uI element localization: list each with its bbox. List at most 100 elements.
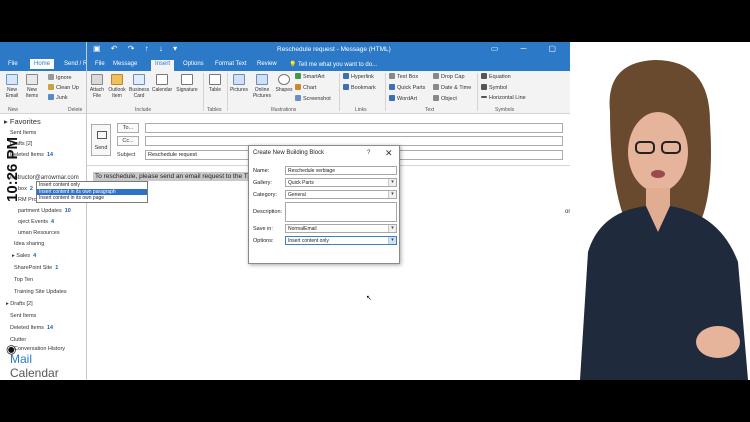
signature-button[interactable]: Signature [175,74,199,93]
folder-training-site-updates[interactable]: Training Site Updates [14,289,67,295]
folder-label: partment Updates [18,208,62,214]
horizontal-line-button[interactable]: Horizontal Line [481,95,526,101]
new-email-button[interactable]: New Email [3,74,21,99]
unread-count: 14 [46,325,54,331]
online-pictures-button[interactable]: Online Pictures [251,74,273,99]
options-label: Options: [253,238,274,244]
bookmark-button[interactable]: Bookmark [343,84,376,91]
pictures-button[interactable]: Pictures [229,74,249,93]
chevron-down-icon[interactable]: ▾ [388,225,396,232]
description-label: Description: [253,209,283,215]
folder-department-updates[interactable]: partment Updates 10 [18,208,71,214]
nav-mail[interactable]: Mail [10,352,32,366]
folder-idea-sharing[interactable]: Idea sharing [14,241,44,247]
shapes-button[interactable]: Shapes [275,74,293,93]
folder-human-resources[interactable]: uman Resources [18,230,60,236]
bookmark-label: Bookmark [351,85,376,91]
ribbon-divider [385,73,386,111]
online-pictures-label: Online Pictures [252,87,272,99]
tab-options[interactable]: Options [179,60,208,68]
folder-project-events[interactable]: oject Events 4 [18,219,54,225]
folder-sent-items[interactable]: Sent Items [10,313,36,319]
chevron-down-icon[interactable]: ▾ [388,179,396,186]
cc-button[interactable]: Cc... [117,136,139,146]
attach-file-label: Attach File [89,87,105,99]
new-items-button[interactable]: New Items [23,74,41,99]
tab-message[interactable]: Message [109,60,141,68]
tab-file[interactable]: File [91,60,109,68]
equation-button[interactable]: Equation [481,73,511,80]
nav-calendar[interactable]: Calendar [10,366,59,380]
horizontal-line-icon [481,96,487,98]
send-label: Send [94,145,108,151]
presenter-hand [696,326,740,358]
hyperlink-button[interactable]: Hyperlink [343,73,374,80]
tell-me-label: Tell me what you want to do... [298,62,378,68]
send-button[interactable]: Send [91,124,111,156]
calendar-button[interactable]: Calendar [151,74,173,93]
outlook-item-icon [111,74,123,85]
omega-icon [481,84,487,90]
category-select[interactable]: General ▾ [285,190,397,199]
folder-label: uman Resources [18,230,60,236]
help-button[interactable]: ? [367,150,370,156]
text-box-button[interactable]: Text Box [389,73,418,80]
name-field[interactable]: Reschedule verbiage [285,166,397,175]
attach-file-button[interactable]: Attach File [89,74,105,99]
description-field[interactable] [285,202,397,222]
folder-label: Deleted Items [10,325,44,331]
hyperlink-icon [343,73,349,79]
group-text-label: Text [425,107,435,113]
business-card-icon [133,74,145,85]
favorite-sent-items[interactable]: Sent Items [10,130,36,136]
close-icon[interactable]: ✕ [385,148,393,159]
folder-label: SharePoint Site [14,265,53,271]
date-time-label: Date & Time [441,85,472,91]
save-in-select[interactable]: NormalEmail ▾ [285,224,397,233]
date-time-icon [433,84,439,90]
symbol-button[interactable]: Symbol [481,84,507,91]
date-time-button[interactable]: Date & Time [433,84,471,91]
folder-drafts[interactable]: ▸ Drafts [2] [6,301,33,307]
table-button[interactable]: Table [205,74,225,93]
folder-deleted-items[interactable]: Deleted Items 14 [10,325,53,331]
clean-up-button[interactable]: Clean Up [48,84,79,91]
gallery-select[interactable]: Quick Parts ▾ [285,178,397,187]
tab-home[interactable]: Home [30,59,55,69]
folder-sharepoint-site[interactable]: SharePoint Site 1 [14,265,58,271]
favorites-header[interactable]: ▸ Favorites [4,117,41,126]
group-delete-label: Delete [68,107,83,113]
gallery-value: Quick Parts [288,180,314,186]
outlook-item-button[interactable]: Outlook Item [107,74,127,99]
unread-count: 1 [55,265,59,271]
wordart-button[interactable]: WordArt [389,95,417,102]
screenshot-button[interactable]: Screenshot [295,95,331,102]
tab-review[interactable]: Review [253,60,281,68]
chart-button[interactable]: Chart [295,84,316,91]
name-label: Name: [253,168,270,174]
to-field[interactable] [145,123,563,133]
options-select[interactable]: Insert content only ▾ [285,236,397,245]
tab-format-text[interactable]: Format Text [211,60,251,68]
drop-cap-button[interactable]: Drop Cap [433,73,465,80]
to-button[interactable]: To... [117,123,139,133]
folder-label: Sent Items [10,313,37,319]
folder-sales[interactable]: ▸ Sales 4 [12,253,36,259]
smartart-button[interactable]: SmartArt [295,73,325,80]
junk-label: Junk [56,95,68,101]
tab-file[interactable]: File [4,59,22,69]
folder-top-ten[interactable]: Top Ten [14,277,33,283]
tell-me-search[interactable]: 💡 Tell me what you want to do... [289,61,377,68]
chevron-down-icon[interactable]: ▾ [388,237,396,244]
object-button[interactable]: Object [433,95,457,102]
smartart-label: SmartArt [303,74,325,80]
quick-parts-button[interactable]: Quick Parts [389,84,425,91]
junk-button[interactable]: Junk [48,94,68,101]
chevron-down-icon[interactable]: ▾ [388,191,396,198]
ignore-label: Ignore [56,75,72,81]
tab-insert[interactable]: Insert [151,60,175,71]
quick-access-toolbar[interactable]: ▣ ↶ ↷ ↑ ↓ ▾ [93,44,181,53]
business-card-button[interactable]: Business Card [129,74,149,99]
option-own-page[interactable]: Insert content in its own page [37,195,147,202]
ignore-button[interactable]: Ignore [48,74,72,81]
